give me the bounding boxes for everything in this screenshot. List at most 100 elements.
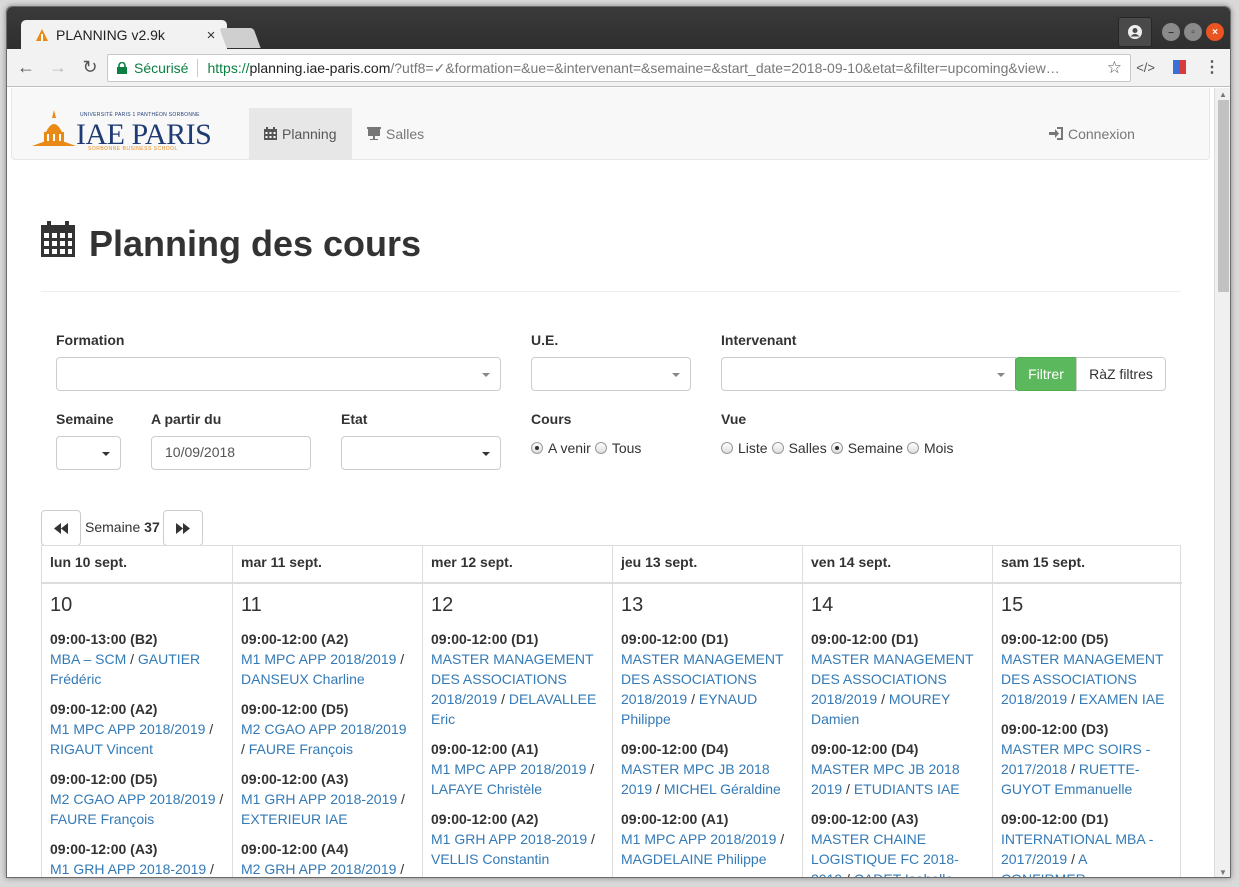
tab-close-icon[interactable]: × — [201, 27, 221, 44]
radio-button[interactable] — [721, 442, 733, 454]
minimize-button[interactable]: – — [1162, 23, 1180, 41]
scroll-thumb[interactable] — [1218, 100, 1229, 292]
day-body: 10 09:00-13:00 (B2) MBA – SCM / GAUTIER Fr… — [42, 584, 232, 877]
event-intervenant-link[interactable]: RIGAUT Vincent — [50, 741, 153, 757]
event-intervenant-link[interactable]: DANSEUX Charline — [241, 671, 365, 687]
nav-connexion[interactable]: Connexion — [1034, 108, 1150, 159]
event-formation-link[interactable]: M1 MPC APP 2018/2019 — [621, 831, 776, 847]
scroll-down-icon[interactable]: ▼ — [1219, 868, 1227, 877]
cours-option-avenir[interactable]: A venir — [531, 440, 591, 456]
ue-select[interactable] — [531, 357, 691, 391]
event-formation-link[interactable]: M1 MPC APP 2018/2019 — [431, 761, 586, 777]
star-icon[interactable]: ☆ — [1107, 58, 1122, 78]
vertical-scrollbar[interactable]: ▲ ▼ — [1214, 88, 1230, 877]
scroll-up-icon[interactable]: ▲ — [1219, 90, 1227, 99]
course-event: 09:00-12:00 (A1) M1 MPC APP 2018/2019 / L… — [431, 739, 604, 799]
event-formation-link[interactable]: M1 GRH APP 2018-2019 — [241, 791, 397, 807]
event-intervenant-link[interactable]: EXTERIEUR IAE — [241, 811, 348, 827]
intervenant-select[interactable] — [721, 357, 1016, 391]
nav-salles[interactable]: Salles — [352, 108, 439, 159]
next-week-button[interactable] — [163, 510, 203, 546]
day-column: mer 12 sept. 12 09:00-12:00 (D1) MASTER MAN… — [422, 546, 612, 877]
browser-tab[interactable]: PLANNING v2.9k × — [21, 20, 227, 50]
event-intervenant-link[interactable]: ETUDIANTS IAE — [854, 781, 960, 797]
forward-button[interactable]: → — [45, 57, 71, 78]
profile-button[interactable] — [1118, 17, 1152, 47]
event-formation-link[interactable]: M2 GRH APP 2018/2019 — [241, 861, 396, 877]
page-viewport: UNIVERSITÉ PARIS 1 PANTHÉON SORBONNE IAE… — [7, 88, 1214, 877]
radio-button[interactable] — [771, 442, 784, 454]
day-column: lun 10 sept. 10 09:00-13:00 (B2) MBA – SCM … — [42, 546, 232, 877]
page-title: Planning des cours — [41, 221, 421, 266]
course-event: 09:00-12:00 (A2) M1 GRH APP 2018-2019 / V… — [431, 809, 604, 869]
formation-select[interactable] — [56, 357, 501, 391]
site-navbar: UNIVERSITÉ PARIS 1 PANTHÉON SORBONNE IAE… — [11, 88, 1210, 160]
event-intervenant-link[interactable]: MICHEL Géraldine — [664, 781, 781, 797]
presentation-icon — [367, 127, 381, 140]
event-formation-link[interactable]: M1 GRH APP 2018-2019 — [50, 861, 206, 877]
tab-title: PLANNING v2.9k — [56, 27, 165, 43]
course-event: 09:00-12:00 (D1) MASTER MANAGEMENT DES AS… — [431, 629, 604, 729]
vue-option-semaine[interactable]: Semaine — [830, 440, 903, 456]
day-body: 11 09:00-12:00 (A2) M1 MPC APP 2018/2019 /… — [233, 584, 422, 877]
course-event: 09:00-12:00 (D5) MASTER MANAGEMENT DES AS… — [1001, 629, 1174, 709]
event-formation-link[interactable]: M1 GRH APP 2018-2019 — [431, 831, 587, 847]
vue-option-salles[interactable]: Salles — [771, 440, 827, 456]
event-intervenant-link[interactable]: LAFAYE Christèle — [431, 781, 542, 797]
raz-filtres-button[interactable]: RàZ filtres — [1076, 357, 1166, 391]
day-body: 12 09:00-12:00 (D1) MASTER MANAGEMENT DES … — [423, 584, 612, 877]
event-formation-link[interactable]: M2 CGAO APP 2018/2019 — [50, 791, 216, 807]
radio-button[interactable] — [906, 442, 919, 454]
ue-label: U.E. — [531, 332, 559, 348]
day-column: sam 15 sept. 15 09:00-12:00 (D5) MASTER MAN… — [992, 546, 1182, 877]
radio-button[interactable] — [531, 442, 543, 454]
course-event: 09:00-12:00 (D3) MASTER MPC SOIRS - 2017/… — [1001, 719, 1174, 799]
course-event: 09:00-12:00 (A3) M1 GRH APP 2018-2019 / E… — [241, 769, 414, 829]
radio-button[interactable] — [830, 442, 843, 454]
calendar-icon — [41, 221, 75, 266]
event-intervenant-link[interactable]: CADET Isabelle — [854, 871, 953, 877]
new-tab-button[interactable] — [219, 28, 261, 48]
semaine-select[interactable] — [56, 436, 121, 470]
page-title-text: Planning des cours — [89, 222, 422, 264]
event-intervenant-link[interactable]: EXAMEN IAE — [1079, 691, 1165, 707]
iae-logo[interactable]: UNIVERSITÉ PARIS 1 PANTHÉON SORBONNE IAE… — [32, 108, 212, 152]
event-intervenant-link[interactable]: VELLIS Constantin — [431, 851, 549, 867]
event-formation-link[interactable]: M1 MPC APP 2018/2019 — [241, 651, 396, 667]
week-calendar: lun 10 sept. 10 09:00-13:00 (B2) MBA – SCM … — [41, 545, 1182, 877]
cours-option-tous[interactable]: Tous — [594, 440, 641, 456]
filtrer-button[interactable]: Filtrer — [1015, 357, 1077, 391]
back-button[interactable]: ← — [13, 57, 39, 78]
event-intervenant-link[interactable]: FAURE François — [249, 741, 353, 757]
day-header: jeu 13 sept. — [613, 546, 802, 584]
toolbar-extensions: </> ⋮ — [1136, 57, 1220, 77]
maximize-button[interactable]: ▫ — [1184, 23, 1202, 41]
event-separator: / — [126, 651, 138, 667]
previous-week-button[interactable] — [41, 510, 81, 546]
close-window-button[interactable]: × — [1206, 23, 1224, 41]
event-separator: / — [842, 781, 854, 797]
user-icon — [1128, 25, 1142, 39]
event-time: 09:00-12:00 (A1) — [621, 811, 729, 827]
event-formation-link[interactable]: MBA – SCM — [50, 651, 126, 667]
radio-button[interactable] — [594, 442, 607, 454]
event-intervenant-link[interactable]: FAURE François — [50, 811, 154, 827]
menu-icon[interactable]: ⋮ — [1204, 57, 1220, 77]
nav-planning[interactable]: Planning — [249, 108, 352, 159]
event-separator: / — [1067, 851, 1079, 867]
event-separator: / — [842, 871, 854, 877]
extension-icon[interactable] — [1173, 60, 1186, 74]
start-date-input[interactable]: 10/09/2018 — [151, 436, 311, 470]
event-separator: / — [586, 761, 595, 777]
event-time: 09:00-12:00 (A3) — [241, 771, 349, 787]
reload-button[interactable]: ↻ — [77, 57, 103, 78]
address-bar[interactable]: Sécurisé https:// planning.iae-paris.com… — [107, 54, 1131, 82]
etat-select[interactable] — [341, 436, 501, 470]
event-intervenant-link[interactable]: MAGDELAINE Philippe — [621, 851, 767, 867]
event-formation-link[interactable]: M1 MPC APP 2018/2019 — [50, 721, 205, 737]
vue-option-mois[interactable]: Mois — [906, 440, 954, 456]
code-extension-icon[interactable]: </> — [1136, 60, 1155, 75]
vue-option-liste[interactable]: Liste — [721, 440, 768, 456]
logo-tagline: SORBONNE BUSINESS SCHOOL — [88, 146, 178, 152]
event-formation-link[interactable]: M2 CGAO APP 2018/2019 — [241, 721, 407, 737]
